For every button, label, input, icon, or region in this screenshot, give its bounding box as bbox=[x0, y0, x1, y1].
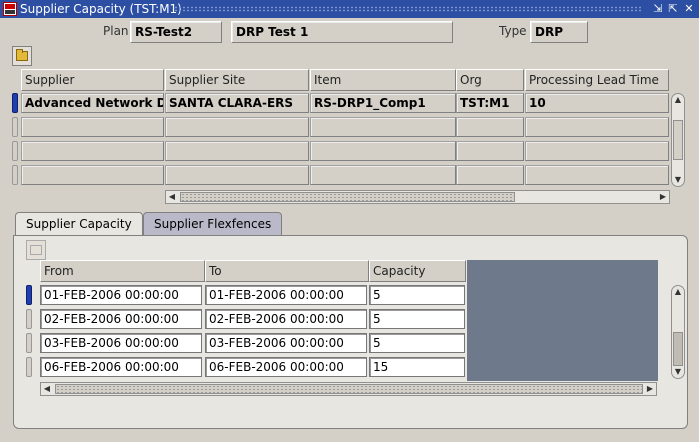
supplier-cell[interactable] bbox=[21, 141, 164, 161]
supplier-cell[interactable] bbox=[21, 117, 164, 137]
open-folder-button-disabled bbox=[26, 240, 46, 260]
processing-lead-time-cell[interactable] bbox=[525, 117, 669, 137]
capacity-cell[interactable]: 5 bbox=[369, 333, 465, 353]
title-bar: Supplier Capacity (TST:M1) ⇲ ⇱ ✕ bbox=[0, 0, 699, 18]
type-label: Type bbox=[499, 24, 527, 38]
capacity-vertical-scroll-thumb[interactable] bbox=[673, 332, 683, 366]
supplier-cell[interactable] bbox=[21, 165, 164, 185]
item-cell[interactable] bbox=[310, 141, 456, 161]
org-cell[interactable]: TST:M1 bbox=[456, 93, 524, 113]
scroll-left-icon[interactable]: ◀ bbox=[41, 383, 53, 395]
tab-supplier-flexfences[interactable]: Supplier Flexfences bbox=[143, 212, 283, 236]
scroll-down-icon[interactable]: ▼ bbox=[672, 366, 684, 378]
capacity-horizontal-scrollbar[interactable]: ◀ ▶ bbox=[40, 382, 657, 396]
supplier-site-cell[interactable]: SANTA CLARA-ERS bbox=[165, 93, 309, 113]
minimize-icon[interactable]: ⇲ bbox=[651, 1, 665, 16]
supplier-cell[interactable]: Advanced Network De bbox=[21, 93, 164, 113]
grid-vertical-scroll-thumb[interactable] bbox=[673, 120, 683, 160]
column-header-capacity[interactable]: Capacity bbox=[369, 260, 466, 282]
plan-field[interactable]: RS-Test2 bbox=[130, 21, 222, 43]
from-date-cell[interactable]: 02-FEB-2006 00:00:00 bbox=[40, 309, 202, 329]
item-cell[interactable] bbox=[310, 165, 456, 185]
item-cell[interactable] bbox=[310, 117, 456, 137]
scroll-up-icon[interactable]: ▲ bbox=[672, 286, 684, 298]
row-indicator[interactable] bbox=[12, 117, 18, 137]
capacity-cell[interactable]: 5 bbox=[369, 285, 465, 305]
to-date-cell[interactable]: 02-FEB-2006 00:00:00 bbox=[205, 309, 367, 329]
row-indicator[interactable] bbox=[26, 333, 32, 353]
from-date-cell[interactable]: 06-FEB-2006 00:00:00 bbox=[40, 357, 202, 377]
column-header-from[interactable]: From bbox=[40, 260, 205, 282]
plan-description-field[interactable]: DRP Test 1 bbox=[231, 21, 453, 43]
capacity-vertical-scrollbar[interactable]: ▲ ▼ bbox=[671, 285, 685, 379]
processing-lead-time-cell[interactable]: 10 bbox=[525, 93, 669, 113]
open-folder-button[interactable] bbox=[12, 46, 32, 66]
row-indicator[interactable] bbox=[12, 141, 18, 161]
type-field[interactable]: DRP bbox=[530, 21, 588, 43]
to-date-cell[interactable]: 03-FEB-2006 00:00:00 bbox=[205, 333, 367, 353]
from-date-cell[interactable]: 01-FEB-2006 00:00:00 bbox=[40, 285, 202, 305]
folder-icon bbox=[30, 245, 42, 255]
supplier-site-cell[interactable] bbox=[165, 165, 309, 185]
empty-grid-area bbox=[467, 260, 658, 381]
close-icon[interactable]: ✕ bbox=[682, 1, 696, 16]
column-header-to[interactable]: To bbox=[205, 260, 369, 282]
tab-supplier-capacity[interactable]: Supplier Capacity bbox=[15, 212, 143, 236]
capacity-cell[interactable]: 5 bbox=[369, 309, 465, 329]
folder-icon bbox=[16, 49, 28, 61]
to-date-cell[interactable]: 01-FEB-2006 00:00:00 bbox=[205, 285, 367, 305]
grid-horizontal-scroll-thumb[interactable] bbox=[180, 192, 515, 202]
plan-label: Plan bbox=[103, 24, 129, 38]
oracle-logo-icon bbox=[3, 2, 17, 16]
title-bar-grip bbox=[174, 6, 642, 12]
column-header-supplier[interactable]: Supplier bbox=[21, 69, 164, 91]
scroll-right-icon[interactable]: ▶ bbox=[657, 191, 669, 203]
scroll-left-icon[interactable]: ◀ bbox=[166, 191, 178, 203]
org-cell[interactable] bbox=[456, 141, 524, 161]
column-header-item[interactable]: Item bbox=[310, 69, 456, 91]
row-indicator[interactable] bbox=[26, 285, 32, 305]
supplier-site-cell[interactable] bbox=[165, 117, 309, 137]
supplier-site-cell[interactable] bbox=[165, 141, 309, 161]
to-date-cell[interactable]: 06-FEB-2006 00:00:00 bbox=[205, 357, 367, 377]
column-header-org[interactable]: Org bbox=[456, 69, 524, 91]
row-indicator[interactable] bbox=[26, 357, 32, 377]
scroll-right-icon[interactable]: ▶ bbox=[644, 383, 656, 395]
processing-lead-time-cell[interactable] bbox=[525, 141, 669, 161]
row-indicator[interactable] bbox=[12, 93, 18, 113]
column-header-supplier-site[interactable]: Supplier Site bbox=[165, 69, 309, 91]
grid-horizontal-scrollbar[interactable]: ◀ ▶ bbox=[165, 190, 670, 204]
org-cell[interactable] bbox=[456, 117, 524, 137]
row-indicator[interactable] bbox=[12, 165, 18, 185]
org-cell[interactable] bbox=[456, 165, 524, 185]
column-header-processing-lead-time[interactable]: Processing Lead Time bbox=[525, 69, 669, 91]
capacity-cell[interactable]: 15 bbox=[369, 357, 465, 377]
capacity-horizontal-scroll-thumb[interactable] bbox=[55, 384, 643, 394]
item-cell[interactable]: RS-DRP1_Comp1 bbox=[310, 93, 456, 113]
row-indicator[interactable] bbox=[26, 309, 32, 329]
window-title: Supplier Capacity (TST:M1) bbox=[20, 2, 182, 16]
grid-vertical-scrollbar[interactable]: ▲ ▼ bbox=[671, 93, 685, 187]
maximize-icon[interactable]: ⇱ bbox=[666, 1, 680, 16]
scroll-down-icon[interactable]: ▼ bbox=[672, 174, 684, 186]
scroll-up-icon[interactable]: ▲ bbox=[672, 94, 684, 106]
processing-lead-time-cell[interactable] bbox=[525, 165, 669, 185]
from-date-cell[interactable]: 03-FEB-2006 00:00:00 bbox=[40, 333, 202, 353]
